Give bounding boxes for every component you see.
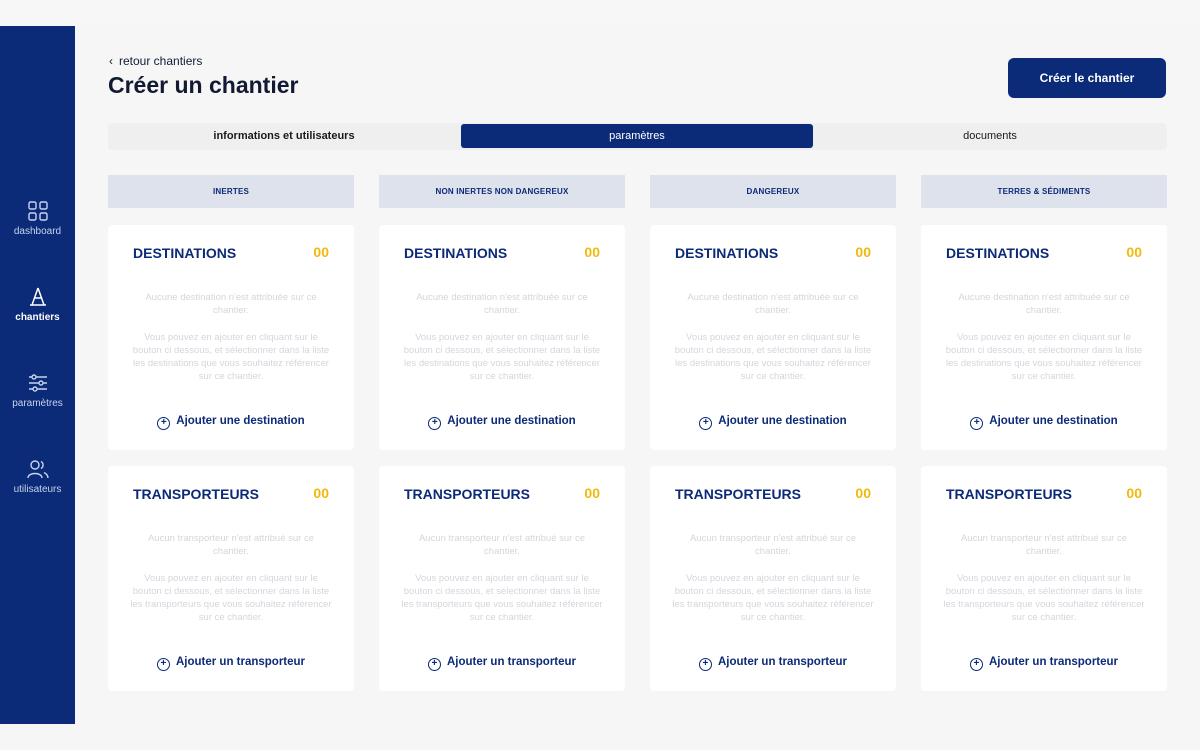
page-title: Créer un chantier <box>108 72 299 98</box>
add-transporteur-button[interactable]: + Ajouter un transporteur <box>650 656 896 671</box>
empty-help: Vous pouvez en ajouter en cliquant sur l… <box>403 332 601 382</box>
destinations-card: DESTINATIONS 00 Aucune destination n'est… <box>650 225 896 450</box>
empty-message: Aucun transporteur n'est attribué sur ce… <box>960 533 1128 557</box>
add-transporteur-button[interactable]: + Ajouter un transporteur <box>921 656 1167 671</box>
column-header-dangereux: DANGEREUX <box>650 175 896 208</box>
transporteurs-card: TRANSPORTEURS 00 Aucun transporteur n'es… <box>921 466 1167 691</box>
chevron-left-icon: ‹ <box>109 54 113 68</box>
destinations-card: DESTINATIONS 00 Aucune destination n'est… <box>379 225 625 450</box>
card-count: 00 <box>584 244 600 260</box>
add-transporteur-button[interactable]: + Ajouter un transporteur <box>379 656 625 671</box>
card-count: 00 <box>313 485 329 501</box>
plus-circle-icon: + <box>698 658 712 671</box>
empty-message: Aucune destination n'est attribuée sur c… <box>958 292 1130 316</box>
empty-message: Aucune destination n'est attribuée sur c… <box>145 292 317 316</box>
sidebar-item-dashboard[interactable]: dashboard <box>0 200 75 237</box>
card-title: DESTINATIONS <box>675 245 779 261</box>
tab-bar: informations et utilisateurs paramètres … <box>108 123 1167 150</box>
transporteurs-card: TRANSPORTEURS 00 Aucun transporteur n'es… <box>650 466 896 691</box>
empty-help: Vous pouvez en ajouter en cliquant sur l… <box>945 332 1143 382</box>
add-destination-label: Ajouter une destination <box>718 415 847 427</box>
plus-circle-icon: + <box>969 658 983 671</box>
empty-help: Vous pouvez en ajouter en cliquant sur l… <box>401 573 603 623</box>
card-count: 00 <box>855 485 871 501</box>
empty-message: Aucun transporteur n'est attribué sur ce… <box>147 533 315 557</box>
card-title: TRANSPORTEURS <box>946 486 1073 502</box>
back-link-label: retour chantiers <box>119 54 203 68</box>
plus-circle-icon: + <box>428 417 442 430</box>
tab-documents[interactable]: documents <box>814 124 1166 148</box>
sidebar-item-label: dashboard <box>13 226 62 237</box>
column-header-non-inertes: NON INERTES NON DANGEREUX <box>379 175 625 208</box>
card-title: TRANSPORTEURS <box>675 486 802 502</box>
add-destination-label: Ajouter une destination <box>989 415 1118 427</box>
destinations-card: DESTINATIONS 00 Aucune destination n'est… <box>108 225 354 450</box>
empty-help: Vous pouvez en ajouter en cliquant sur l… <box>130 573 332 623</box>
back-link[interactable]: ‹ retour chantiers <box>109 54 202 68</box>
plus-circle-icon: + <box>156 658 170 671</box>
sidebar-item-chantiers[interactable]: chantiers <box>0 286 75 323</box>
empty-message: Aucun transporteur n'est attribué sur ce… <box>418 533 586 557</box>
card-title: TRANSPORTEURS <box>404 486 531 502</box>
add-destination-label: Ajouter une destination <box>447 415 576 427</box>
card-count: 00 <box>855 244 871 260</box>
card-title: DESTINATIONS <box>946 245 1050 261</box>
empty-help: Vous pouvez en ajouter en cliquant sur l… <box>943 573 1145 623</box>
transporteurs-card: TRANSPORTEURS 00 Aucun transporteur n'es… <box>379 466 625 691</box>
card-count: 00 <box>1126 485 1142 501</box>
add-destination-label: Ajouter une destination <box>176 415 305 427</box>
card-title: DESTINATIONS <box>133 245 237 261</box>
sidebar-item-parametres[interactable]: paramètres <box>0 372 75 409</box>
empty-help: Vous pouvez en ajouter en cliquant sur l… <box>132 332 330 382</box>
empty-message: Aucune destination n'est attribuée sur c… <box>687 292 859 316</box>
card-count: 00 <box>1126 244 1142 260</box>
add-destination-button[interactable]: + Ajouter une destination <box>921 415 1167 430</box>
create-chantier-button[interactable]: Créer le chantier <box>1008 58 1166 98</box>
card-title: DESTINATIONS <box>404 245 508 261</box>
add-destination-button[interactable]: + Ajouter une destination <box>108 415 354 430</box>
sidebar-item-label: chantiers <box>15 312 60 323</box>
empty-message: Aucune destination n'est attribuée sur c… <box>416 292 588 316</box>
sliders-icon <box>28 374 47 392</box>
plus-circle-icon: + <box>157 417 171 430</box>
add-destination-button[interactable]: + Ajouter une destination <box>379 415 625 430</box>
column-header-terres: TERRES & SÉDIMENTS <box>921 175 1167 208</box>
plus-circle-icon: + <box>970 417 984 430</box>
add-transporteur-label: Ajouter un transporteur <box>717 656 848 668</box>
sidebar-item-label: utilisateurs <box>13 484 62 495</box>
card-count: 00 <box>313 244 329 260</box>
users-icon <box>26 460 49 479</box>
empty-help: Vous pouvez en ajouter en cliquant sur l… <box>672 573 874 623</box>
plus-circle-icon: + <box>699 417 713 430</box>
cone-icon <box>29 287 46 306</box>
column-header-inertes: INERTES <box>108 175 354 208</box>
sidebar: dashboard chantiers paramètres utilisate… <box>0 26 75 724</box>
top-bar <box>0 0 1200 26</box>
card-count: 00 <box>584 485 600 501</box>
destinations-card: DESTINATIONS 00 Aucune destination n'est… <box>921 225 1167 450</box>
add-transporteur-label: Ajouter un transporteur <box>988 656 1119 668</box>
card-title: TRANSPORTEURS <box>133 486 260 502</box>
tab-informations[interactable]: informations et utilisateurs <box>108 124 460 148</box>
sidebar-item-label: paramètres <box>12 398 63 409</box>
plus-circle-icon: + <box>427 658 441 671</box>
add-destination-button[interactable]: + Ajouter une destination <box>650 415 896 430</box>
add-transporteur-label: Ajouter un transporteur <box>175 656 306 668</box>
empty-message: Aucun transporteur n'est attribué sur ce… <box>689 533 857 557</box>
empty-help: Vous pouvez en ajouter en cliquant sur l… <box>674 332 872 382</box>
sidebar-item-utilisateurs[interactable]: utilisateurs <box>0 458 75 495</box>
tab-parametres[interactable]: paramètres <box>461 124 813 148</box>
add-transporteur-button[interactable]: + Ajouter un transporteur <box>108 656 354 671</box>
add-transporteur-label: Ajouter un transporteur <box>446 656 577 668</box>
grid-icon <box>27 201 48 221</box>
transporteurs-card: TRANSPORTEURS 00 Aucun transporteur n'es… <box>108 466 354 691</box>
